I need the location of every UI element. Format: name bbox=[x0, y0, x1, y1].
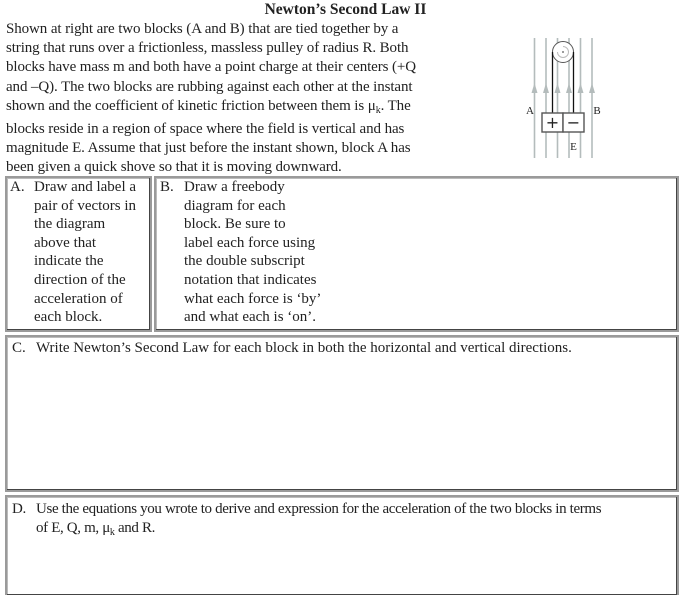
question-text: Draw a freebody bbox=[184, 179, 285, 195]
question-a: A. Draw and label a pair of vectors in th… bbox=[10, 178, 136, 327]
field-arrow-icon bbox=[554, 83, 561, 93]
intro-line: magnitude E. Assume that just before the… bbox=[6, 140, 411, 157]
question-a-line: acceleration of bbox=[34, 290, 123, 307]
blocks: + − bbox=[541, 112, 585, 133]
question-letter: B. bbox=[160, 179, 174, 195]
question-letter: A. bbox=[10, 179, 25, 195]
question-a-line: A. Draw and label a bbox=[10, 178, 136, 197]
pulley-diagram: + − A B E bbox=[526, 38, 601, 158]
question-b-line: what each force is ‘by’ bbox=[184, 290, 322, 307]
question-text: Draw and label a bbox=[34, 179, 137, 195]
question-d-line: of E, Q, m, μk and R. bbox=[12, 519, 601, 542]
question-a-line: pair of vectors in bbox=[34, 197, 137, 214]
question-letter: C. bbox=[12, 340, 26, 356]
question-d: D. Use the equations you wrote to derive … bbox=[12, 500, 602, 542]
field-arrow-icon bbox=[531, 83, 538, 93]
field-arrow-icon bbox=[566, 83, 572, 93]
intro-line: Shown at right are two blocks (A and B) … bbox=[6, 21, 399, 37]
question-b-line: the double subscript bbox=[184, 253, 305, 270]
intro-line: blocks have mass m and both have a point… bbox=[6, 59, 416, 76]
field-arrow-icon bbox=[589, 83, 595, 93]
question-b-line: and what each is ‘on’. bbox=[184, 309, 317, 326]
question-a-line: above that bbox=[34, 234, 97, 251]
question-text: of E, Q, m, μ bbox=[36, 520, 110, 536]
intro-line: shown and the coefficient of kinetic fri… bbox=[6, 97, 456, 120]
charge-minus: − bbox=[567, 113, 580, 132]
problem-statement: Shown at right are two blocks (A and B) … bbox=[6, 20, 456, 178]
label-field-e: E bbox=[570, 141, 577, 153]
field-arrow-icon bbox=[543, 83, 549, 93]
page-title: Newton’s Second Law II bbox=[264, 1, 427, 18]
question-b-line: diagram for each bbox=[184, 197, 286, 214]
question-b: B. Draw a freebody diagram for each block… bbox=[160, 178, 321, 327]
question-a-line: indicate the bbox=[34, 253, 104, 270]
question-d-line: D. Use the equations you wrote to derive … bbox=[12, 500, 602, 519]
field-arrow-icon bbox=[577, 83, 584, 93]
question-text: Write Newton’s Second Law for each block… bbox=[36, 340, 572, 356]
answer-box-c[interactable] bbox=[5, 335, 679, 492]
question-text: Use the equations you wrote to derive an… bbox=[36, 501, 602, 517]
intro-line-text: shown and the coefficient of kinetic fri… bbox=[6, 97, 376, 114]
question-b-line: notation that indicates bbox=[184, 271, 317, 288]
question-text: and R. bbox=[114, 520, 156, 536]
intro-line: string that runs over a frictionless, ma… bbox=[6, 40, 409, 57]
question-a-line: direction of the bbox=[34, 271, 126, 288]
pulley-icon bbox=[552, 41, 574, 63]
question-letter: D. bbox=[12, 501, 26, 517]
question-b-line: label each force using bbox=[184, 234, 316, 251]
label-block-a: A bbox=[526, 105, 534, 117]
question-c: C. Write Newton’s Second Law for each blo… bbox=[12, 339, 572, 357]
question-a-line: the diagram bbox=[34, 216, 106, 233]
intro-line: blocks reside in a region of space where… bbox=[6, 121, 405, 138]
label-block-b: B bbox=[593, 105, 600, 117]
intro-line: been given a quick shove so that it is m… bbox=[6, 159, 342, 176]
intro-line: and –Q). The two blocks are rubbing agai… bbox=[6, 78, 413, 95]
question-a-line: each block. bbox=[34, 309, 103, 326]
intro-line-tail: . The bbox=[380, 97, 411, 114]
question-b-line: block. Be sure to bbox=[184, 216, 286, 233]
charge-plus: + bbox=[546, 113, 559, 132]
question-b-line: B. Draw a freebody bbox=[160, 178, 321, 197]
